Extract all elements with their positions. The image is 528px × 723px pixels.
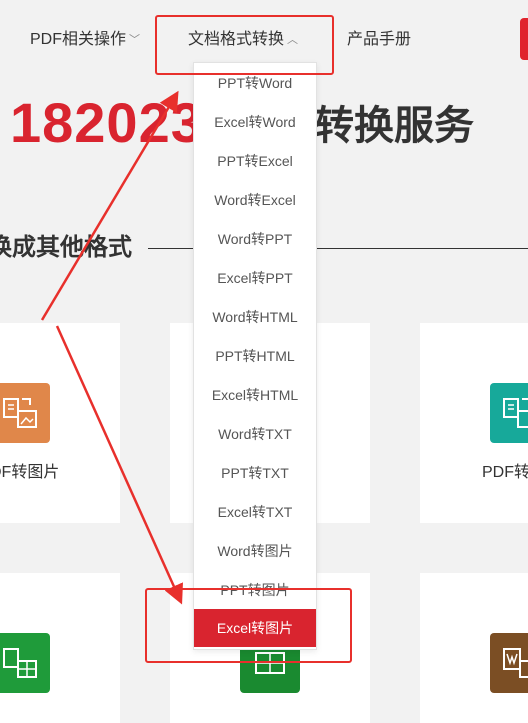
card-pdf-to-image-label: DF转图片 bbox=[0, 464, 60, 481]
menu-item-excel-to-word[interactable]: Excel转Word bbox=[194, 103, 316, 141]
nav-pdf-operations-label: PDF相关操作 bbox=[30, 31, 127, 48]
menu-item-ppt-to-html[interactable]: PPT转HTML bbox=[194, 337, 316, 375]
menu-item-word-to-excel[interactable]: Word转Excel bbox=[194, 181, 316, 219]
nav-pdf-operations[interactable]: PDF相关操作 ﹀ bbox=[30, 30, 140, 50]
menu-item-ppt-to-txt[interactable]: PPT转TXT bbox=[194, 454, 316, 492]
chevron-up-icon: ︿ bbox=[287, 34, 299, 46]
card-excel-document[interactable] bbox=[0, 573, 120, 723]
nav-document-conversion-label: 文档格式转换 bbox=[188, 31, 285, 48]
pdf-convert-icon bbox=[490, 383, 528, 443]
menu-item-excel-to-txt[interactable]: Excel转TXT bbox=[194, 493, 316, 531]
menu-item-word-to-txt[interactable]: Word转TXT bbox=[194, 415, 316, 453]
menu-item-excel-to-image[interactable]: Excel转图片 bbox=[194, 609, 316, 647]
menu-item-word-to-html[interactable]: Word转HTML bbox=[194, 298, 316, 336]
hero-title-suffix: 转换服务 bbox=[314, 104, 474, 148]
section-title: 换成其他格式 bbox=[0, 234, 132, 261]
nav-product-manual-label: 产品手册 bbox=[347, 31, 412, 48]
menu-item-excel-to-ppt[interactable]: Excel转PPT bbox=[194, 259, 316, 297]
menu-item-ppt-to-image[interactable]: PPT转图片 bbox=[194, 571, 316, 609]
pdf-to-image-icon bbox=[0, 383, 50, 443]
menu-item-ppt-to-excel[interactable]: PPT转Excel bbox=[194, 142, 316, 180]
card-pdf-convert-label: PDF转 bbox=[482, 464, 528, 481]
card-pdf-to-image[interactable]: DF转图片 bbox=[0, 323, 120, 523]
menu-item-excel-to-html[interactable]: Excel转HTML bbox=[194, 376, 316, 414]
chevron-down-icon: ﹀ bbox=[129, 34, 141, 46]
nav-document-conversion[interactable]: 文档格式转换 ︿ bbox=[188, 30, 298, 50]
card-word-document[interactable] bbox=[420, 573, 528, 723]
card-pdf-convert[interactable]: PDF转 bbox=[420, 323, 528, 523]
nav-product-manual[interactable]: 产品手册 bbox=[347, 30, 411, 50]
hero-count: 182023 bbox=[10, 91, 203, 154]
header-action-button[interactable] bbox=[520, 18, 528, 60]
menu-item-word-to-ppt[interactable]: Word转PPT bbox=[194, 220, 316, 258]
excel-document-icon bbox=[0, 633, 50, 693]
word-document-icon bbox=[490, 633, 528, 693]
conversion-dropdown-menu: PPT转Word Excel转Word PPT转Excel Word转Excel… bbox=[193, 62, 317, 650]
menu-item-word-to-image[interactable]: Word转图片 bbox=[194, 532, 316, 570]
menu-item-ppt-to-word[interactable]: PPT转Word bbox=[194, 64, 316, 102]
